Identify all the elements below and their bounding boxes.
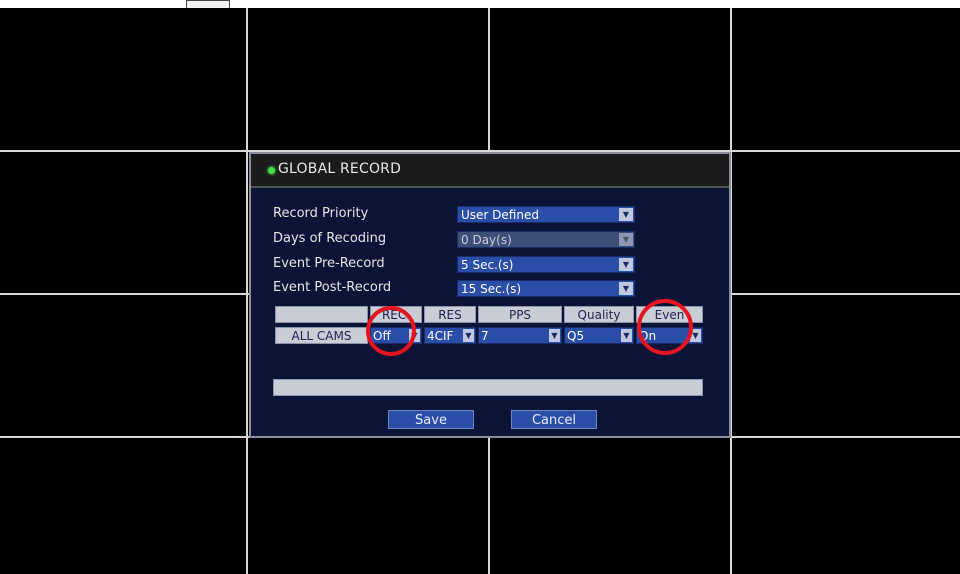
- dialog-title: GLOBAL RECORD: [278, 161, 402, 177]
- res-select[interactable]: 4CIF ▼: [424, 327, 476, 344]
- cancel-button[interactable]: Cancel: [511, 410, 597, 429]
- event-pre-record-label: Event Pre-Record: [273, 256, 385, 271]
- event-post-record-select[interactable]: 15 Sec.(s) ▼: [457, 280, 635, 297]
- event-post-record-value: 15 Sec.(s): [461, 282, 522, 296]
- save-button[interactable]: Save: [388, 410, 474, 429]
- dropdown-arrow-icon: ▼: [619, 258, 633, 271]
- pps-select[interactable]: 7 ▼: [478, 327, 562, 344]
- event-pre-record-value: 5 Sec.(s): [461, 258, 514, 272]
- dropdown-arrow-icon: ▼: [621, 329, 632, 342]
- days-of-recoding-select: 0 Day(s) ▼: [457, 231, 635, 248]
- quality-value: Q5: [567, 329, 585, 343]
- event-pre-record-select[interactable]: 5 Sec.(s) ▼: [457, 256, 635, 273]
- dropdown-arrow-icon: ▼: [549, 329, 560, 342]
- pps-value: 7: [481, 329, 489, 343]
- record-priority-label: Record Priority: [273, 206, 369, 221]
- global-record-dialog: GLOBAL RECORD Record Priority User Defin…: [249, 152, 731, 438]
- all-cams-label: ALL CAMS: [275, 327, 368, 344]
- days-of-recoding-label: Days of Recoding: [273, 231, 387, 246]
- dropdown-arrow-icon: ▼: [463, 329, 474, 342]
- res-value: 4CIF: [427, 329, 454, 343]
- message-bar: [273, 379, 703, 396]
- event-post-record-label: Event Post-Record: [273, 280, 392, 295]
- record-priority-select[interactable]: User Defined ▼: [457, 206, 635, 223]
- table-header-quality: Quality: [564, 306, 634, 323]
- status-led-icon: [268, 167, 275, 174]
- record-priority-value: User Defined: [461, 208, 539, 222]
- dropdown-arrow-icon: ▼: [619, 208, 633, 221]
- dropdown-arrow-icon: ▼: [619, 282, 633, 295]
- quality-select[interactable]: Q5 ▼: [564, 327, 634, 344]
- table-header-res: RES: [424, 306, 476, 323]
- table-header-blank: [275, 306, 368, 323]
- highlight-circle-event: [637, 299, 693, 355]
- table-header-pps: PPS: [478, 306, 562, 323]
- grid-line: [246, 8, 248, 574]
- dropdown-arrow-icon: ▼: [619, 233, 633, 246]
- highlight-circle-rec: [366, 306, 416, 356]
- dialog-title-bar: GLOBAL RECORD: [251, 154, 729, 188]
- days-of-recoding-value: 0 Day(s): [461, 233, 512, 247]
